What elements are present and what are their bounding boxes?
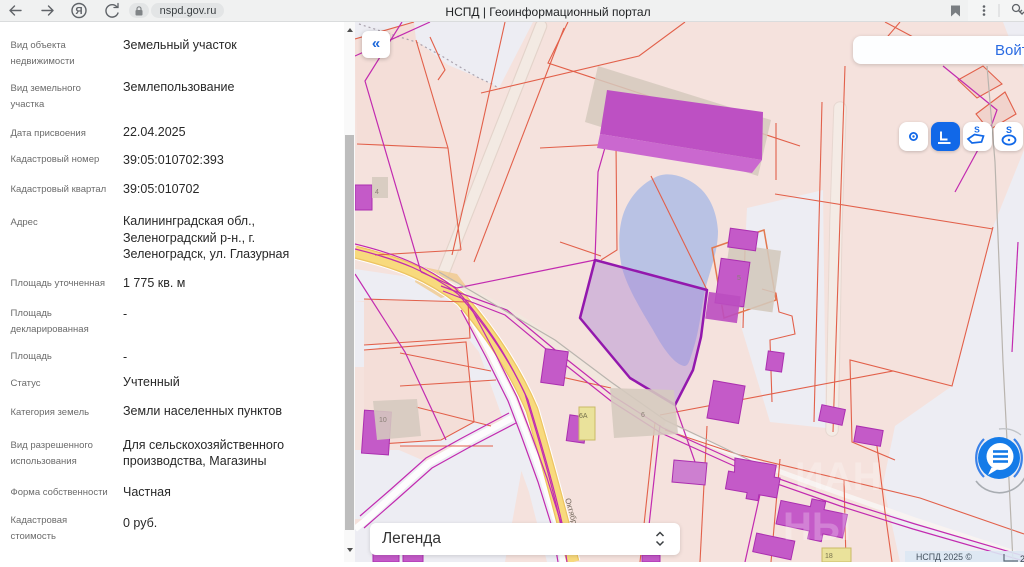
svg-text:6А: 6А <box>579 413 588 420</box>
svg-text:НЫ: НЫ <box>783 505 851 549</box>
svg-text:6: 6 <box>641 412 645 419</box>
svg-text:4: 4 <box>375 189 379 196</box>
svg-text:10: 10 <box>379 417 387 424</box>
svg-text:ИАН: ИАН <box>795 455 882 499</box>
svg-text:18: 18 <box>825 553 833 560</box>
svg-text:S: S <box>1006 125 1012 135</box>
svg-text:5: 5 <box>737 275 741 282</box>
svg-text:S: S <box>974 125 980 135</box>
